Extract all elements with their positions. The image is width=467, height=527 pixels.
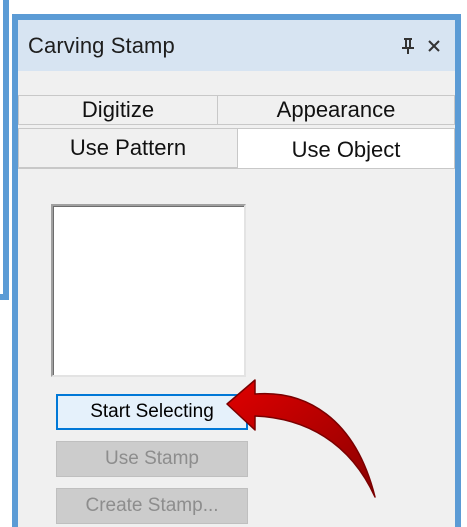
screenshot-stage: Carving Stamp Digitize Appearance Use Pa…: [0, 0, 467, 527]
panel-titlebar[interactable]: Carving Stamp: [18, 20, 455, 71]
use-stamp-button[interactable]: Use Stamp: [56, 441, 248, 477]
tab-appearance[interactable]: Appearance: [218, 95, 455, 125]
panel-title: Carving Stamp: [28, 32, 175, 58]
object-preview-box: [51, 204, 246, 377]
start-selecting-button[interactable]: Start Selecting: [56, 394, 248, 430]
tab-row-front: Use Pattern Use Object: [18, 128, 455, 170]
pin-icon-graphic: [402, 37, 414, 54]
create-stamp-button[interactable]: Create Stamp...: [56, 488, 248, 524]
red-arrow-icon: [226, 379, 376, 498]
tab-digitize[interactable]: Digitize: [18, 95, 218, 125]
background-window-edge: [0, 0, 9, 300]
tab-use-pattern[interactable]: Use Pattern: [18, 128, 238, 168]
tab-use-object[interactable]: Use Object: [238, 128, 455, 170]
pin-icon[interactable]: [395, 33, 421, 59]
tab-row-back: Digitize Appearance: [18, 95, 455, 125]
close-icon-graphic: [428, 39, 440, 52]
close-icon[interactable]: [421, 33, 447, 59]
